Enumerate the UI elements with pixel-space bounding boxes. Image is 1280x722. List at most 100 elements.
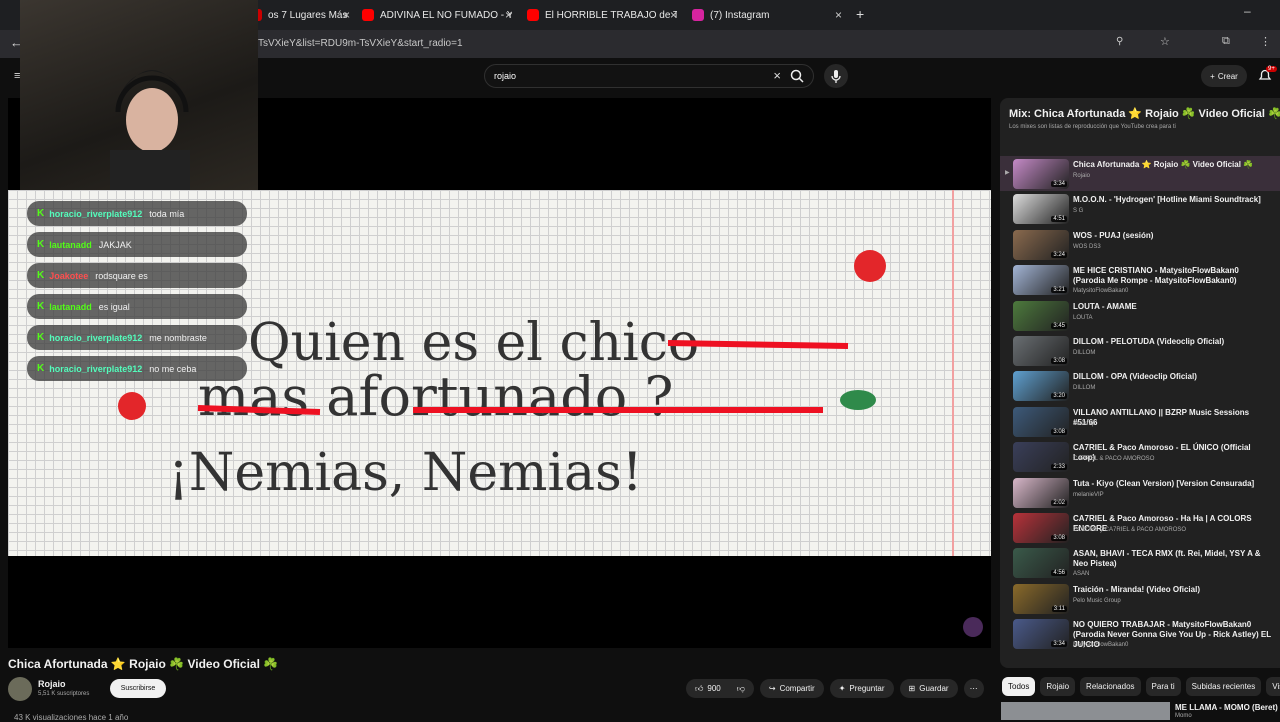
playlist-item-channel: Pelo Music Group [1073,597,1121,604]
playlist-thumbnail[interactable]: 3:24 [1013,229,1069,260]
mic-icon[interactable] [824,64,848,88]
playlist-thumbnail[interactable]: 3:34 [1013,619,1069,650]
url-field[interactable]: TsVXieY&list=RDU9m-TsVXieY&start_radio=1 [258,38,463,49]
playlist-item-title: VILLANO ANTILLANO || BZRP Music Sessions… [1073,407,1250,427]
filter-chip[interactable]: Subidas recientes [1185,677,1262,696]
playlist-item[interactable]: 3:08 VILLANO ANTILLANO || BZRP Music Sess… [1000,404,1280,439]
playlist-item-title: Chica Afortunada ⭐ Rojaio ☘️ Video Ofici… [1073,160,1254,169]
tab-close-icon[interactable]: × [835,8,842,22]
filter-chip[interactable]: Para ti [1145,677,1181,696]
next-video-channel: Momo [1175,713,1192,719]
playlist-thumbnail[interactable]: 2:02 [1013,477,1069,508]
create-button[interactable]: + Crear [1201,65,1247,87]
video-duration: 3:45 [1051,322,1067,329]
mix-subtitle: Los mixes son listas de reproducción que… [1009,124,1176,130]
kick-badge-icon: K [37,332,45,343]
playlist-item-channel: S G [1073,208,1084,215]
chat-username: horacio_riverplate912 [49,332,143,343]
bookmark-star-icon[interactable]: ☆ [1160,35,1170,48]
playlist-item-channel: COLORS y CA7RIEL & PACO AMOROSO [1073,526,1187,533]
playlist-thumbnail[interactable]: 3:21 [1013,265,1069,296]
playlist-item[interactable]: 3:11 Traición - Miranda! (Video Oficial) P… [1000,581,1280,616]
kick-badge-icon: K [37,270,45,281]
ask-button[interactable]: ✦ Preguntar [829,679,894,698]
playlist-thumbnail[interactable]: 3:20 [1013,371,1069,402]
chat-message: K Joakotee rodsquare es [27,263,247,288]
playlist-item[interactable]: 3:20 DILLOM - OPA (Videoclip Oficial) DILL… [1000,368,1280,403]
tab-close-icon[interactable]: × [343,8,350,22]
save-button[interactable]: ⊞ Guardar [899,679,958,698]
video-duration: 3:34 [1051,641,1067,648]
view-count: 43 K visualizaciones hace 1 año [14,713,129,722]
search-input[interactable]: rojaio [494,71,516,81]
chat-username: horacio_riverplate912 [49,363,143,374]
more-actions-button[interactable]: ⋯ [963,679,984,698]
plus-icon: + [1210,71,1215,81]
save-label: Guardar [919,684,949,693]
create-label: Crear [1217,71,1238,81]
next-video-thumbnail[interactable] [1001,702,1170,720]
playlist-item-channel: Bizarrap [1073,420,1096,427]
playlist-thumbnail[interactable]: 3:11 [1013,583,1069,614]
playlist-item[interactable]: ▶ 3:34 Chica Afortunada ⭐ Rojaio ☘️ Video … [1000,156,1280,192]
playlist-item[interactable]: 3:08 CA7RIEL & Paco Amoroso - Ha Ha | A C… [1000,510,1280,545]
new-tab-button[interactable]: + [856,6,864,22]
filter-chip[interactable]: Todos [1002,677,1036,696]
playlist-item[interactable]: 4:56 ASAN, BHAVI - TECA RMX (ft. Rei, Mid… [1000,545,1280,580]
filter-chip[interactable]: Vis [1266,677,1280,696]
playlist-item[interactable]: 3:08 DILLOM - PELOTUDA (Videoclip Oficial… [1000,333,1280,368]
like-button[interactable]: 👍︎ 900 👎︎ [686,679,754,698]
playlist-item-channel: MatysitoFlowBakan0 [1073,288,1129,295]
playlist-item[interactable]: 3:21 ME HICE CRISTIANO - MatysitoFlowBaka… [1000,262,1280,297]
tab-close-icon[interactable]: × [505,8,512,22]
mix-title[interactable]: Mix: Chica Afortunada ⭐ Rojaio ☘️ Video … [1009,107,1280,120]
kick-badge-icon: K [37,363,45,374]
search-box[interactable]: rojaio × [484,64,814,88]
share-button[interactable]: ↪ Compartir [759,679,824,698]
playlist-item[interactable]: 2:02 Tuta - Kiyo (Clean Version) [Version… [1000,475,1280,510]
playlist-thumbnail[interactable]: 3:08 [1013,512,1069,543]
video-title: Chica Afortunada ⭐ Rojaio ☘️ Video Ofici… [8,657,279,671]
tab-close-icon[interactable]: × [670,8,677,22]
chat-text: rodsquare es [95,270,148,281]
browser-tab[interactable]: (7) Instagram × [692,4,842,26]
zoom-icon[interactable]: ⚲ [1116,36,1123,47]
menu-dots-icon[interactable]: ⋮ [1260,35,1271,48]
browser-tab[interactable]: El HORRIBLE TRABAJO de Tim × [527,4,677,26]
playlist-thumbnail[interactable]: 4:56 [1013,548,1069,579]
playlist-thumbnail[interactable]: 3:08 [1013,406,1069,437]
channel-avatar[interactable] [8,677,32,701]
chat-username: horacio_riverplate912 [49,208,143,219]
playlist-item[interactable]: 3:45 LOUTA - AMAME LOUTA [1000,298,1280,333]
tab-favicon-icon [692,9,704,21]
channel-name[interactable]: Rojaio [38,679,66,689]
next-video-title[interactable]: ME LLAMA - MOMO (Beret) [1175,703,1278,712]
playlist-item[interactable]: 2:33 CA7RIEL & Paco Amoroso - EL ÚNICO (O… [1000,439,1280,474]
search-icon[interactable] [789,68,805,84]
video-duration: 3:20 [1051,393,1067,400]
player-avatar-icon[interactable] [963,617,983,637]
subscribe-button[interactable]: Suscribirse [110,679,166,698]
minimize-icon[interactable]: – [1244,4,1251,18]
playlist-thumbnail[interactable]: 2:33 [1013,442,1069,473]
filter-chip[interactable]: Relacionados [1080,677,1141,696]
playlist-thumbnail[interactable]: 3:45 [1013,300,1069,331]
browser-tab[interactable]: os 7 Lugares Más A × [250,4,350,26]
playlist-item[interactable]: 4:51 M.O.O.N. - 'Hydrogen' [Hotline Miami… [1000,191,1280,226]
subscriber-count: 5,51 K suscriptores [38,691,90,697]
playlist-thumbnail[interactable]: 3:34 [1013,159,1069,189]
playlist-item[interactable]: 3:24 WOS - PUAJ (sesión) WOS DS3 [1000,227,1280,262]
playlist-thumbnail[interactable]: 3:08 [1013,335,1069,366]
playlist-item-title: ASAN, BHAVI - TECA RMX (ft. Rei, Midel, … [1073,549,1261,569]
playlist-thumbnail[interactable]: 4:51 [1013,194,1069,225]
playlist-item-channel: melanieVIP [1073,491,1104,498]
thumbs-down-icon[interactable]: 👎︎ [737,684,745,694]
browser-tab[interactable]: ADIVINA EL NO FUMADO - You × [362,4,512,26]
thumbs-up-icon: 👍︎ [695,683,704,693]
filter-chip[interactable]: Rojaio [1040,677,1076,696]
now-playing-icon: ▶ [1005,170,1010,176]
playlist-item[interactable]: 3:34 NO QUIERO TRABAJAR - MatysitoFlowBak… [1000,616,1280,651]
filter-chips: Todos Rojaio Relacionados Para ti Subidas re… [1002,677,1280,696]
clear-search-icon[interactable]: × [773,68,781,83]
extensions-icon[interactable]: ⧉ [1222,35,1230,48]
